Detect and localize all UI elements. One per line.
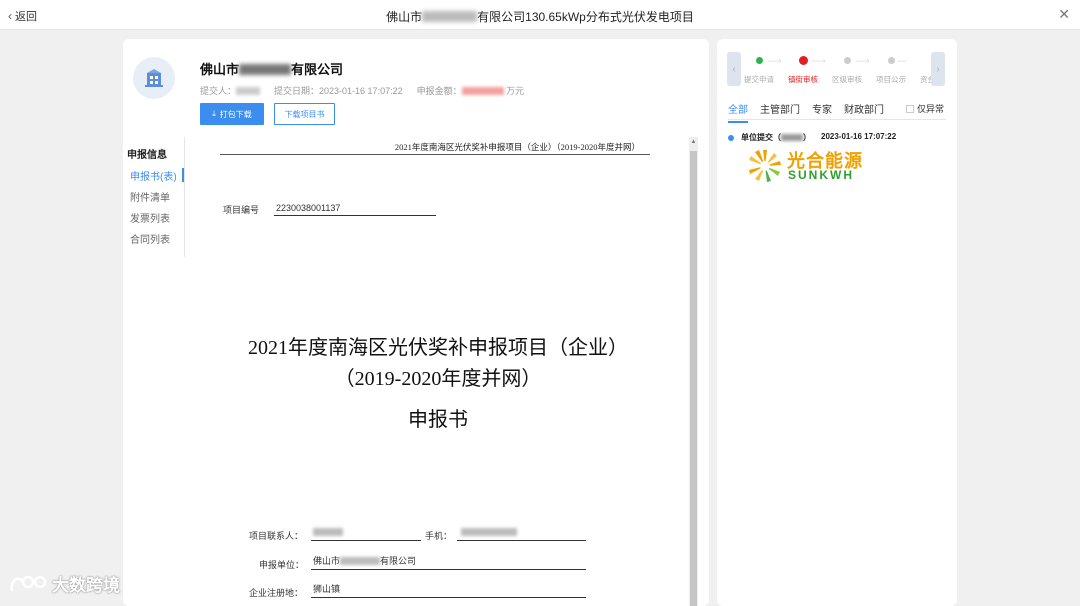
side-nav-item-application[interactable]: 申报书(表) [130,168,177,183]
document-header: 2021年度南海区光伏奖补申报项目（企业）（2019-2020年度并网） [220,137,650,155]
unit-prefix: 佛山市 [313,556,341,566]
building-icon [145,69,163,87]
only-abnormal-label: 仅异常 [917,104,945,114]
step-connector: ·········› [855,58,869,65]
watermark-text: 大数跨境 [52,576,120,595]
redacted-text [461,528,517,536]
redacted-text [781,134,803,141]
project-no-value: 2230038001137 [274,197,436,216]
amount-unit: 万元 [506,86,525,96]
phone-value [457,523,586,541]
checkbox-icon [906,104,914,113]
progress-panel: ‹ 提交申请 ·········› 镇街审核 ·········› 区级审核 ·… [717,39,957,606]
page-title: 佛山市 有限公司130.65kWp分布式光伏发电项目 [0,8,1080,25]
close-icon[interactable]: ✕ [1058,6,1070,23]
side-nav-item-invoices[interactable]: 发票列表 [130,210,170,225]
redacted-amount [461,87,504,95]
title-prefix: 佛山市 [386,10,423,24]
contact-value [311,523,421,541]
document-title-line1: 2021年度南海区光伏奖补申报项目（企业） [248,337,628,359]
step-submit: 提交申请 [737,52,781,85]
redacted-text [239,64,292,75]
redacted-text [340,557,381,565]
sun-logo-icon [749,150,781,182]
tab-department[interactable]: 主管部门 [760,101,800,119]
step-dot [916,57,924,64]
step-town-review: 镇街审核 [781,52,825,85]
unit-suffix: 有限公司 [380,556,417,566]
download-project-label: 下载项目书 [284,109,325,119]
step-label: 提交申请 [744,75,774,84]
side-nav-item-contracts[interactable]: 合同列表 [130,231,170,246]
reg-value: 狮山镇 [311,580,586,598]
logo-text-en: SUNKWH [788,168,854,182]
active-indicator [182,168,184,182]
project-no-label: 项目编号 [223,205,260,215]
scroll-up-icon[interactable]: ▲ [689,137,698,147]
watermark-logo-icon [10,575,47,591]
submitter: 提交人： [200,84,261,97]
side-nav-item-attachments[interactable]: 附件清单 [130,189,170,204]
timeline-event-prefix: 单位提交（ [741,133,781,142]
phone-label: 手机： [425,531,453,541]
pack-download-label: 打包下载 [219,109,252,119]
reg-label: 企业注册地： [249,588,304,598]
steps-next-button[interactable]: › [931,52,945,86]
company-name-prefix: 佛山市 [200,62,240,77]
unit-label: 申报单位： [259,560,305,570]
step-district-review: 区级审核 [825,52,869,85]
only-abnormal-checkbox[interactable]: 仅异常 [906,102,944,115]
download-icon: ⤓ [212,109,216,118]
amount: 申报金额： 万元 [417,84,525,97]
tab-all[interactable]: 全部 [728,101,748,123]
side-nav: 申报信息 申报书(表) 附件清单 发票列表 合同列表 [123,137,185,257]
record-tabs: 全部 主管部门 专家 财政部门 [728,101,884,123]
submission-meta: 提交人： 提交日期：2023-01-16 17:07:22 申报金额： 万元 [200,84,524,97]
timeline-dot [728,135,734,141]
redacted-text [236,87,261,95]
scrollbar-thumb[interactable] [690,151,697,606]
contact-label: 项目联系人： [249,531,304,541]
step-label: 区级审核 [832,75,862,84]
application-panel: 佛山市 有限公司 提交人： 提交日期：2023-01-16 17:07:22 申报… [123,39,709,606]
title-suffix: 有限公司130.65kWp分布式光伏发电项目 [477,10,694,24]
top-bar: ‹ 返回 佛山市 有限公司130.65kWp分布式光伏发电项目 ✕ [0,0,1080,30]
download-project-button[interactable]: 下载项目书 [274,103,335,125]
tab-divider [728,119,946,120]
step-connector: ·········› [767,58,781,65]
amount-label: 申报金额： [416,86,462,96]
redacted-text [422,11,478,22]
unit-value: 佛山市 有限公司 [311,552,586,570]
document-preview[interactable]: 2021年度南海区光伏奖补申报项目（企业）（2019-2020年度并网） 项目编… [189,137,687,606]
watermark: 大数跨境 [8,571,120,596]
step-label: 镇街审核 [788,75,818,84]
company-name-suffix: 有限公司 [291,62,344,77]
progress-steps: ‹ 提交申请 ·········› 镇街审核 ·········› 区级审核 ·… [727,52,945,88]
timeline-event-suffix: ） [803,133,811,142]
sunkwh-logo: 光合能源 SUNKWH [747,147,877,187]
timeline-date: 2023-01-16 17:07:22 [821,132,897,141]
tab-expert[interactable]: 专家 [812,101,832,119]
timeline-event: 单位提交（ ） [741,132,811,143]
tab-finance[interactable]: 财政部门 [844,101,884,119]
document-title-line3: 申报书 [408,409,468,431]
step-dot [887,57,895,64]
submit-date: 提交日期：2023-01-16 17:07:22 [274,86,403,96]
side-nav-heading: 申报信息 [127,150,167,161]
pack-download-button[interactable]: ⤓ 打包下载 [200,103,264,125]
step-connector: ·········› [811,58,825,65]
step-dot [755,57,763,64]
step-dot [843,57,851,64]
company-avatar [133,57,175,99]
submitter-label: 提交人： [200,86,237,96]
redacted-text [313,528,343,536]
document-title-line2: （2019-2020年度并网） [334,368,542,390]
step-dot [798,56,808,65]
company-name: 佛山市 有限公司 [200,59,343,78]
